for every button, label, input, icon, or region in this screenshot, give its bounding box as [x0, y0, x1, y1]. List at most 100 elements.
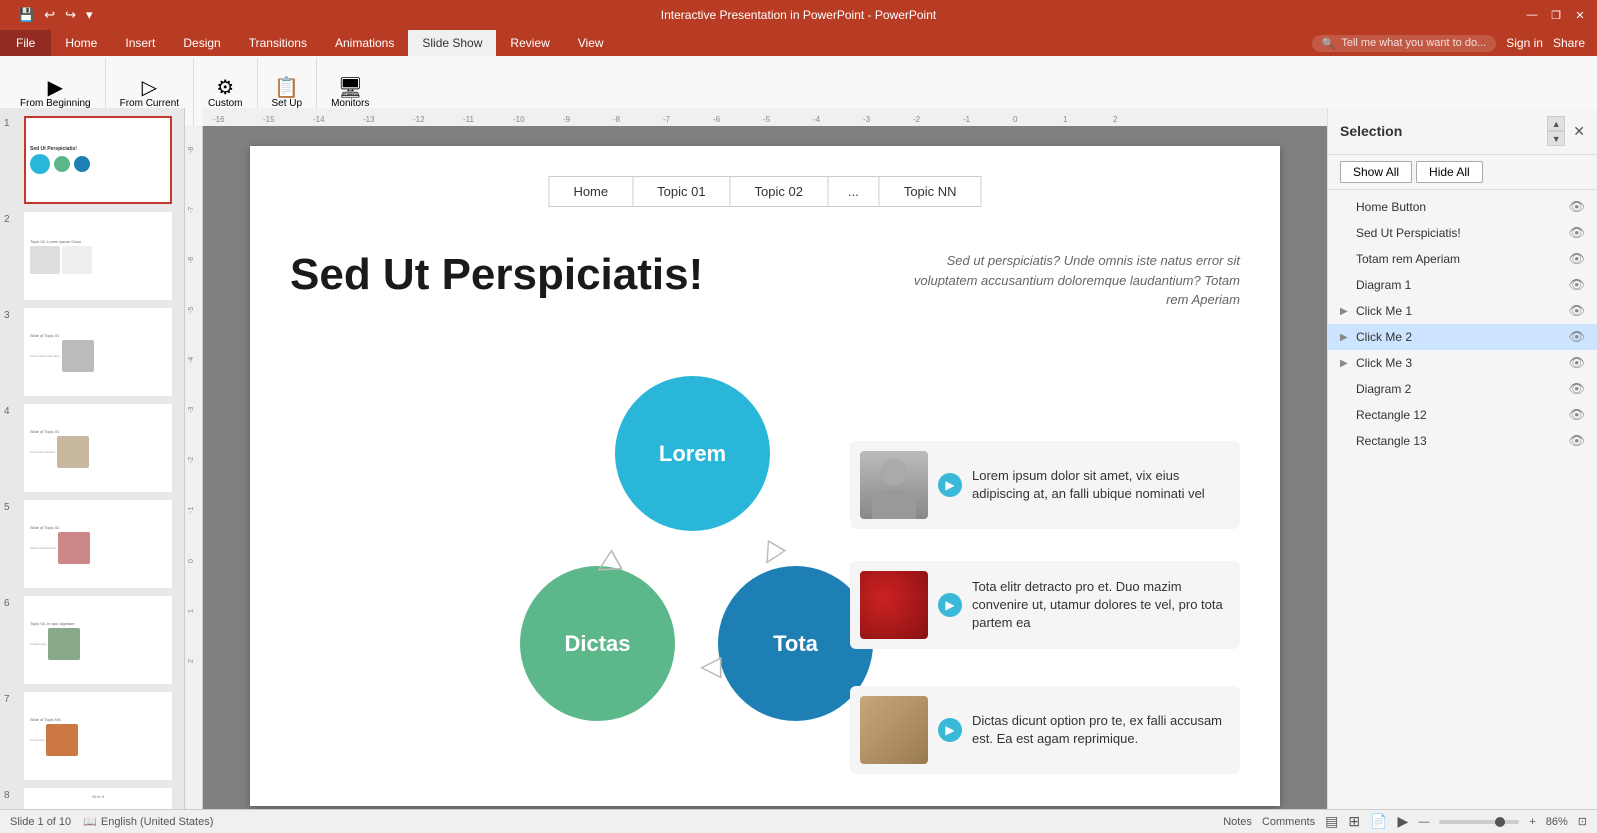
- sel-item-rect12[interactable]: Rectangle 12 👁: [1328, 402, 1597, 428]
- sel-eye-rect13[interactable]: 👁: [1568, 433, 1585, 449]
- card-img-3: [860, 696, 928, 764]
- card-text-2: Tota elitr detracto pro et. Duo mazim co…: [972, 578, 1230, 633]
- svg-text:-3: -3: [863, 115, 871, 124]
- sel-item-diagram2[interactable]: Diagram 2 👁: [1328, 376, 1597, 402]
- slide-preview-8[interactable]: Slide 8: [24, 788, 172, 809]
- sel-item-clickme3[interactable]: ▶ Click Me 3 👁: [1328, 350, 1597, 376]
- sel-item-clickme1[interactable]: ▶ Click Me 1 👁: [1328, 298, 1597, 324]
- language-info: 📖 English (United States): [83, 815, 213, 828]
- custom-slideshow-btn[interactable]: ⚙ Custom: [202, 76, 248, 111]
- content-card-2: ▶ Tota elitr detracto pro et. Duo mazim …: [850, 561, 1240, 649]
- sel-eye-home[interactable]: 👁: [1568, 199, 1585, 215]
- undo-icon[interactable]: ↩: [42, 7, 57, 23]
- card-arrow-3[interactable]: ▶: [938, 718, 962, 742]
- setup-btn[interactable]: 📋 Set Up: [266, 76, 309, 111]
- hide-all-button[interactable]: Hide All: [1416, 161, 1483, 183]
- slide-thumb-8[interactable]: 8 Slide 8: [4, 788, 180, 809]
- restore-button[interactable]: ❐: [1547, 6, 1565, 24]
- ribbon: File Home Insert Design Transitions Anim…: [0, 30, 1597, 108]
- svg-text:-6: -6: [713, 115, 721, 124]
- card-arrow-2[interactable]: ▶: [938, 593, 962, 617]
- sel-item-rect13[interactable]: Rectangle 13 👁: [1328, 428, 1597, 454]
- sel-item-sed-ut[interactable]: Sed Ut Perspiciatis! 👁: [1328, 220, 1597, 246]
- svg-text:-3: -3: [188, 407, 195, 413]
- slide-sorter-btn[interactable]: ⊞: [1348, 813, 1360, 830]
- sel-item-totam[interactable]: Totam rem Aperiam 👁: [1328, 246, 1597, 272]
- sel-eye-clickme3[interactable]: 👁: [1568, 355, 1585, 371]
- svg-text:-15: -15: [263, 115, 275, 124]
- tab-design[interactable]: Design: [169, 30, 234, 56]
- tab-animations[interactable]: Animations: [321, 30, 408, 56]
- sel-eye-clickme1[interactable]: 👁: [1568, 303, 1585, 319]
- sel-scroll-up[interactable]: ▲: [1547, 116, 1565, 131]
- nav-topic02[interactable]: Topic 02: [731, 177, 828, 206]
- slide-preview-1[interactable]: Sed Ut Perspiciatis!: [24, 116, 172, 204]
- selection-panel-close[interactable]: ✕: [1573, 123, 1585, 140]
- show-hide-row: Show All Hide All: [1328, 155, 1597, 190]
- tab-view[interactable]: View: [564, 30, 618, 56]
- canvas-area: Home Topic 01 Topic 02 ... Topic NN Sed …: [203, 126, 1327, 809]
- zoom-slider[interactable]: [1439, 820, 1519, 824]
- card-arrow-1[interactable]: ▶: [938, 473, 962, 497]
- slide-preview-6[interactable]: Topic 03. In quo dignitam Content text: [24, 596, 172, 684]
- nav-topic01[interactable]: Topic 01: [633, 177, 730, 206]
- sel-item-clickme2[interactable]: ▶ Click Me 2 👁: [1328, 324, 1597, 350]
- search-bar[interactable]: 🔍 Tell me what you want to do...: [1312, 35, 1497, 52]
- nav-topicNN[interactable]: Topic NN: [880, 177, 981, 206]
- svg-text:-13: -13: [363, 115, 375, 124]
- svg-text:-12: -12: [413, 115, 425, 124]
- sel-item-diagram1[interactable]: Diagram 1 👁: [1328, 272, 1597, 298]
- slide-thumb-7[interactable]: 7 Slide of Topic NN Lorem text: [4, 692, 180, 780]
- svg-text:0: 0: [1013, 115, 1018, 124]
- slide-thumb-2[interactable]: 2 Topic 02. Lorem ipsum Dolor: [4, 212, 180, 300]
- tab-insert[interactable]: Insert: [111, 30, 169, 56]
- nav-home[interactable]: Home: [549, 177, 633, 206]
- slide-thumb-4[interactable]: 4 Slide of Topic 01 Lorem text content: [4, 404, 180, 492]
- sel-eye-sed[interactable]: 👁: [1568, 225, 1585, 241]
- tab-slideshow[interactable]: Slide Show: [408, 30, 496, 56]
- sel-eye-diagram1[interactable]: 👁: [1568, 277, 1585, 293]
- slide-thumb-1[interactable]: 1 Sed Ut Perspiciatis!: [4, 116, 180, 204]
- tab-review[interactable]: Review: [496, 30, 563, 56]
- minimize-button[interactable]: —: [1523, 6, 1541, 24]
- tab-home[interactable]: Home: [51, 30, 111, 56]
- slide-thumb-6[interactable]: 6 Topic 03. In quo dignitam Content text: [4, 596, 180, 684]
- slide-preview-5[interactable]: Slide of Topic 02 Ipsum content here: [24, 500, 172, 588]
- zoom-out-btn[interactable]: —: [1418, 816, 1429, 828]
- show-all-button[interactable]: Show All: [1340, 161, 1412, 183]
- save-icon[interactable]: 💾: [16, 7, 36, 23]
- person-image: [860, 451, 928, 519]
- redo-icon[interactable]: ↪: [63, 7, 78, 23]
- customize-icon[interactable]: ▾: [84, 7, 95, 23]
- reading-view-btn[interactable]: 📄: [1370, 813, 1387, 830]
- slide-thumb-5[interactable]: 5 Slide of Topic 02 Ipsum content here: [4, 500, 180, 588]
- tab-file[interactable]: File: [0, 30, 51, 56]
- comments-button[interactable]: Comments: [1262, 816, 1315, 828]
- slide-info: Slide 1 of 10: [10, 816, 71, 828]
- monitors-btn[interactable]: 🖥 Monitors: [325, 76, 375, 111]
- nav-dots[interactable]: ...: [828, 177, 880, 206]
- slide-preview-7[interactable]: Slide of Topic NN Lorem text: [24, 692, 172, 780]
- sel-scroll-down[interactable]: ▼: [1547, 131, 1565, 146]
- signin-button[interactable]: Sign in: [1506, 36, 1543, 50]
- slide-preview-4[interactable]: Slide of Topic 01 Lorem text content: [24, 404, 172, 492]
- from-current-btn[interactable]: ▷ From Current: [114, 76, 185, 111]
- slide-preview-3[interactable]: Slide of Topic 01 Lorem ipsum text here: [24, 308, 172, 396]
- tab-transitions[interactable]: Transitions: [235, 30, 321, 56]
- notes-button[interactable]: Notes: [1223, 816, 1252, 828]
- sel-eye-diagram2[interactable]: 👁: [1568, 381, 1585, 397]
- sel-item-home-button[interactable]: Home Button 👁: [1328, 194, 1597, 220]
- slide-thumb-3[interactable]: 3 Slide of Topic 01 Lorem ipsum text her…: [4, 308, 180, 396]
- close-button[interactable]: ✕: [1571, 6, 1589, 24]
- slide-preview-2[interactable]: Topic 02. Lorem ipsum Dolor: [24, 212, 172, 300]
- card-img-1: [860, 451, 928, 519]
- from-beginning-btn[interactable]: ▶ From Beginning: [14, 76, 97, 111]
- slideshow-btn[interactable]: ▶: [1398, 813, 1409, 830]
- fit-slide-btn[interactable]: ⊡: [1578, 815, 1587, 828]
- sel-eye-clickme2[interactable]: 👁: [1568, 329, 1585, 345]
- share-button[interactable]: Share: [1553, 36, 1585, 50]
- sel-eye-totam[interactable]: 👁: [1568, 251, 1585, 267]
- zoom-in-btn[interactable]: +: [1529, 816, 1535, 828]
- normal-view-btn[interactable]: ▤: [1325, 813, 1338, 830]
- sel-eye-rect12[interactable]: 👁: [1568, 407, 1585, 423]
